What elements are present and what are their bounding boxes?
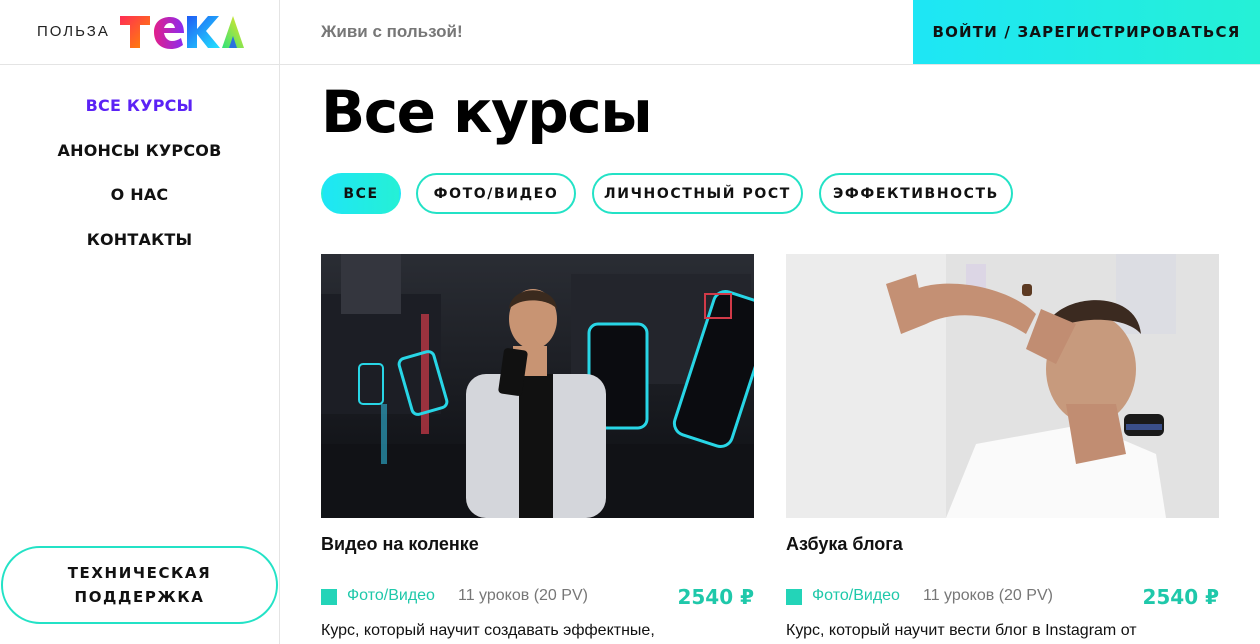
- tech-support-button[interactable]: ТЕХНИЧЕСКАЯ ПОДДЕРЖКА: [1, 546, 278, 624]
- filter-all[interactable]: ВСЕ: [321, 173, 401, 214]
- logo-mark-icon: [120, 16, 244, 49]
- course-description: Курс, который научит вести блог в Instag…: [786, 622, 1137, 639]
- logo-text: ПОЛЬЗА: [37, 23, 110, 40]
- filter-personal-growth[interactable]: ЛИЧНОСТНЫЙ РОСТ: [592, 173, 803, 214]
- filter-photo-video[interactable]: ФОТО/ВИДЕО: [416, 173, 576, 214]
- page-title: Все курсы: [321, 78, 653, 146]
- course-meta-video: Фото/Видео 11 уроков (20 PV) 2540 ₽: [321, 585, 754, 609]
- course-description: Курс, который научит создавать эффектные…: [321, 622, 655, 639]
- filter-efficiency[interactable]: ЭФФЕКТИВНОСТЬ: [819, 173, 1013, 214]
- sidebar-item-about[interactable]: О НАС: [0, 185, 279, 204]
- course-title-blog[interactable]: Азбука блога: [786, 534, 903, 555]
- course-image-blog[interactable]: [786, 254, 1219, 518]
- sidebar-item-all-courses[interactable]: ВСЕ КУРСЫ: [0, 96, 279, 115]
- tagline: Живи с пользой!: [321, 22, 463, 41]
- course-price: 2540 ₽: [677, 585, 754, 609]
- category-square-icon: [321, 589, 337, 605]
- category-square-icon: [786, 589, 802, 605]
- course-lessons: 11 уроков (20 PV): [923, 587, 1053, 604]
- course-category[interactable]: Фото/Видео: [347, 587, 435, 605]
- course-image-video[interactable]: [321, 254, 754, 518]
- course-meta-blog: Фото/Видео 11 уроков (20 PV) 2540 ₽: [786, 585, 1219, 609]
- course-title-video[interactable]: Видео на коленке: [321, 534, 479, 555]
- sidebar: ВСЕ КУРСЫ АНОНСЫ КУРСОВ О НАС КОНТАКТЫ Т…: [0, 65, 280, 644]
- sidebar-item-announcements[interactable]: АНОНСЫ КУРСОВ: [0, 141, 279, 160]
- course-price: 2540 ₽: [1142, 585, 1219, 609]
- logo[interactable]: ПОЛЬЗА: [0, 0, 280, 64]
- course-lessons: 11 уроков (20 PV): [458, 587, 588, 604]
- sidebar-item-contacts[interactable]: КОНТАКТЫ: [0, 230, 279, 249]
- login-register-button[interactable]: ВОЙТИ / ЗАРЕГИСТРИРОВАТЬСЯ: [913, 0, 1260, 64]
- course-category[interactable]: Фото/Видео: [812, 587, 900, 605]
- header: ПОЛЬЗА Живи с пользой! ВОЙТИ / ЗАРЕГИСТР…: [0, 0, 1260, 65]
